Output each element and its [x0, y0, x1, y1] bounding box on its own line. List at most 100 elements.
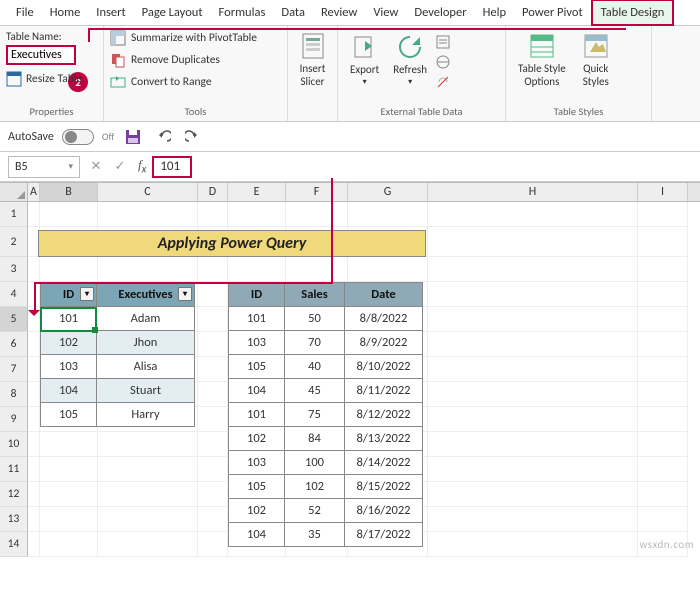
- select-all-corner[interactable]: [0, 183, 28, 201]
- table-row[interactable]: 105Harry: [41, 403, 195, 427]
- autosave-knob: [65, 131, 77, 143]
- table-row[interactable]: 1031008/14/2022: [229, 451, 423, 475]
- tab-file[interactable]: File: [8, 1, 42, 24]
- autosave-state: Off: [102, 130, 114, 143]
- undo-button[interactable]: [152, 126, 174, 148]
- table-row[interactable]: 103Alisa: [41, 355, 195, 379]
- col-E[interactable]: E: [228, 183, 286, 201]
- pivot-icon: [110, 30, 126, 46]
- resize-table-button[interactable]: Resize Table: [6, 71, 97, 87]
- ribbon-group-slicer: Insert Slicer: [288, 26, 338, 121]
- col-D[interactable]: D: [198, 183, 228, 201]
- insert-slicer-button[interactable]: Insert Slicer: [293, 30, 333, 90]
- summarize-pivot-button[interactable]: Summarize with PivotTable: [110, 30, 281, 46]
- tab-formulas[interactable]: Formulas: [211, 1, 274, 24]
- table-row[interactable]: 104358/17/2022: [229, 523, 423, 547]
- watermark: wsxdn.com: [640, 538, 694, 551]
- row-1[interactable]: 1: [0, 202, 28, 227]
- row-4[interactable]: 4: [0, 282, 28, 307]
- tab-powerpivot[interactable]: Power Pivot: [514, 1, 591, 24]
- row-6[interactable]: 6: [0, 332, 28, 357]
- table-row[interactable]: 102Jhon: [41, 331, 195, 355]
- tab-help[interactable]: Help: [475, 1, 514, 24]
- openbrowser-icon[interactable]: [435, 54, 451, 70]
- autosave-toggle[interactable]: [62, 129, 94, 145]
- enter-formula-button[interactable]: ✓: [108, 159, 132, 174]
- col-F[interactable]: F: [286, 183, 348, 201]
- table-row[interactable]: 105408/10/2022: [229, 355, 423, 379]
- tab-data[interactable]: Data: [273, 1, 313, 24]
- table-row[interactable]: 104Stuart: [41, 379, 195, 403]
- table-row[interactable]: 1051028/15/2022: [229, 475, 423, 499]
- remove-duplicates-button[interactable]: Remove Duplicates: [110, 52, 281, 68]
- name-box-value: B5: [15, 160, 28, 174]
- ribbon-group-properties: Table Name: Resize Table Properties: [0, 26, 104, 121]
- tablename-input[interactable]: [6, 45, 76, 65]
- filter-icon[interactable]: ▾: [80, 287, 94, 301]
- table-row[interactable]: 101508/8/2022: [229, 307, 423, 331]
- row-7[interactable]: 7: [0, 357, 28, 382]
- row-5[interactable]: 5: [0, 307, 28, 332]
- unlink-icon[interactable]: [435, 74, 451, 90]
- quick-styles-label: Quick Styles: [583, 62, 609, 88]
- arrow-down-icon: [28, 310, 40, 322]
- tab-review[interactable]: Review: [313, 1, 365, 24]
- exec-header-name: Executives: [118, 287, 172, 302]
- style-options-button[interactable]: Table Style Options: [512, 30, 572, 90]
- worksheet-grid: 1 2 3 4 5 6 7 8 9 10 11 12 13 14 Applyin…: [0, 202, 700, 557]
- tab-developer[interactable]: Developer: [406, 1, 474, 24]
- redo-button[interactable]: [182, 126, 204, 148]
- row-10[interactable]: 10: [0, 432, 28, 457]
- row-9[interactable]: 9: [0, 407, 28, 432]
- quick-styles-button[interactable]: Quick Styles: [576, 30, 616, 90]
- col-H[interactable]: H: [428, 183, 638, 201]
- col-I[interactable]: I: [638, 183, 688, 201]
- tablename-label: Table Name:: [6, 30, 97, 43]
- slicer-icon: [299, 32, 327, 60]
- table-row[interactable]: 101Adam: [41, 307, 195, 331]
- properties-icon[interactable]: [435, 34, 451, 50]
- table-row[interactable]: 104458/11/2022: [229, 379, 423, 403]
- external-group-label: External Table Data: [344, 105, 499, 121]
- export-button[interactable]: Export ▾: [344, 30, 385, 90]
- convert-range-button[interactable]: Convert to Range: [110, 74, 281, 90]
- remove-dupes-label: Remove Duplicates: [131, 53, 220, 67]
- sales-header-sales: Sales: [285, 283, 345, 307]
- tab-view[interactable]: View: [365, 1, 406, 24]
- row-12[interactable]: 12: [0, 482, 28, 507]
- row-2[interactable]: 2: [0, 227, 28, 257]
- table-row[interactable]: 101758/12/2022: [229, 403, 423, 427]
- ribbon-content: 2 Table Name: Resize Table Properties Su…: [0, 26, 700, 122]
- row-13[interactable]: 13: [0, 507, 28, 532]
- fx-icon[interactable]: fx: [132, 157, 152, 176]
- ribbon-group-styles: Table Style Options Quick Styles Table S…: [506, 26, 652, 121]
- tab-tabledesign[interactable]: Table Design 1: [591, 0, 675, 26]
- tab-tabledesign-label: Table Design: [601, 5, 665, 20]
- cancel-formula-button[interactable]: ✕: [84, 159, 108, 174]
- table-row[interactable]: 102528/16/2022: [229, 499, 423, 523]
- col-G[interactable]: G: [348, 183, 428, 201]
- row-11[interactable]: 11: [0, 457, 28, 482]
- row-8[interactable]: 8: [0, 382, 28, 407]
- chevron-down-icon: ▾: [363, 78, 367, 88]
- export-label: Export: [350, 63, 379, 76]
- tab-home[interactable]: Home: [42, 1, 89, 24]
- row-3[interactable]: 3: [0, 257, 28, 282]
- table-row[interactable]: 103708/9/2022: [229, 331, 423, 355]
- tab-pagelayout[interactable]: Page Layout: [134, 1, 211, 24]
- tab-insert[interactable]: Insert: [88, 1, 133, 24]
- row-14[interactable]: 14: [0, 532, 28, 557]
- col-C[interactable]: C: [98, 183, 198, 201]
- col-B[interactable]: B: [40, 183, 98, 201]
- col-A[interactable]: A: [28, 183, 40, 201]
- formula-bar: B5 ▾ ✕ ✓ fx 101: [0, 152, 700, 182]
- filter-icon[interactable]: ▾: [178, 287, 192, 301]
- refresh-button[interactable]: Refresh ▾: [387, 30, 433, 90]
- table-row[interactable]: 102848/13/2022: [229, 427, 423, 451]
- ribbon-group-external: Export ▾ Refresh ▾ External Table Data: [338, 26, 506, 121]
- formula-value[interactable]: 101: [152, 156, 192, 178]
- tools-group-label: Tools: [110, 105, 281, 121]
- save-button[interactable]: [122, 126, 144, 148]
- name-box[interactable]: B5 ▾: [8, 156, 80, 178]
- cells-area[interactable]: Applying Power Query ID▾ Executives▾ 101…: [28, 202, 700, 557]
